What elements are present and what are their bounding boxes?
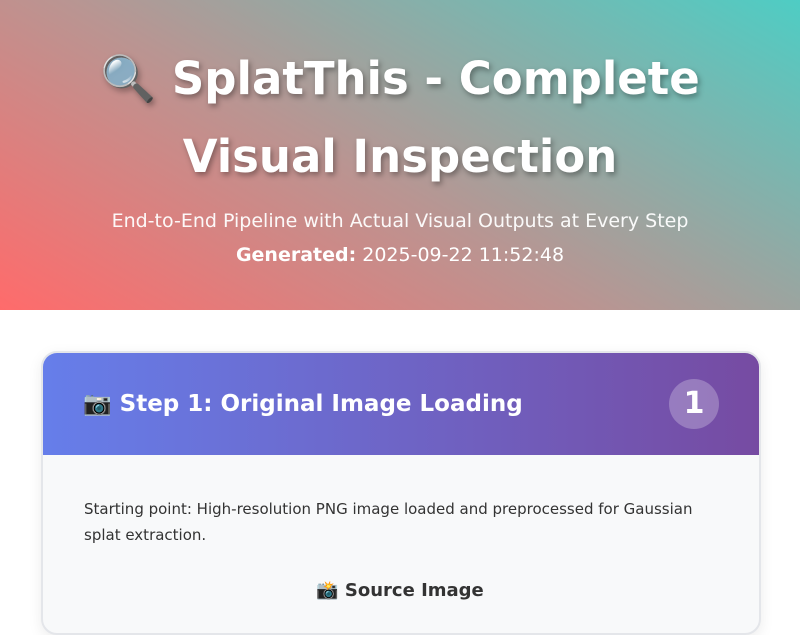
source-image-heading: 📸 Source Image — [316, 580, 484, 601]
step-1-title: 📷 Step 1: Original Image Loading — [83, 391, 523, 417]
step-1-header: 📷 Step 1: Original Image Loading 1 — [43, 353, 759, 455]
hero-banner: 🔍 SplatThis - Complete Visual Inspection… — [0, 0, 800, 310]
step-number-badge: 1 — [669, 379, 719, 429]
generated-label: Generated: — [235, 244, 357, 266]
page-title: 🔍 SplatThis - Complete Visual Inspection — [100, 52, 700, 183]
generated-timestamp: Generated: 2025-09-22 11:52:48 — [0, 241, 800, 269]
generated-value: 2025-09-22 11:52:48 — [362, 244, 565, 266]
step-1-description: Starting point: High-resolution PNG imag… — [84, 500, 693, 544]
page-subtitle: End-to-End Pipeline with Actual Visual O… — [111, 210, 689, 232]
